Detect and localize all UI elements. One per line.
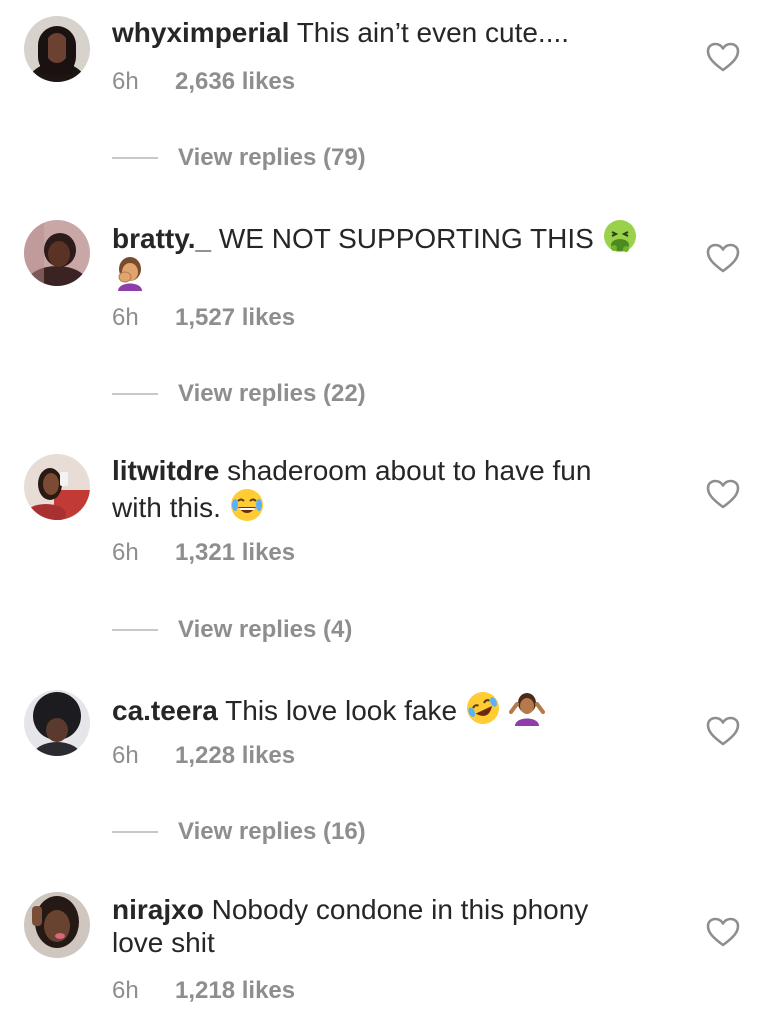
avatar-photo (24, 16, 90, 82)
avatar[interactable] (24, 892, 90, 958)
view-replies-label: View replies (4) (178, 616, 353, 643)
comment-body: Nobody condone in this phony (211, 894, 589, 925)
comment-text: whyximperial This ain’t even cute.... (112, 16, 672, 49)
face-with-tears-of-joy-emoji (229, 487, 265, 523)
comment-meta: 6h 1,228 likes (112, 742, 295, 770)
avatar-photo (24, 454, 90, 520)
comment-username[interactable]: litwitdre (112, 455, 219, 486)
comment-likes[interactable]: 1,218 likes (175, 977, 295, 1005)
comment-time: 6h (112, 304, 139, 331)
comment-time: 6h (112, 539, 139, 566)
view-replies-button[interactable]: View replies (16) (112, 818, 366, 846)
comment-likes[interactable]: 1,321 likes (175, 539, 295, 567)
comment-time: 6h (112, 742, 139, 769)
replies-divider (112, 831, 158, 833)
comment-time: 6h (112, 977, 139, 1004)
heart-icon[interactable] (706, 42, 740, 72)
comment-username[interactable]: ca.teera (112, 695, 218, 726)
rolling-on-floor-laughing-emoji (465, 690, 501, 726)
view-replies-button[interactable]: View replies (4) (112, 616, 352, 644)
comment-body: This ain’t even cute.... (296, 17, 570, 48)
comment-text: ca.teera This love look fake (112, 690, 672, 727)
comment-body-line2: love shit (112, 927, 215, 958)
comment-username[interactable]: nirajxo (112, 894, 204, 925)
comment-body: This love look fake (225, 695, 458, 726)
comment-text: bratty._ WE NOT SUPPORTING THIS (112, 218, 672, 292)
replies-divider (112, 629, 158, 631)
comment-body-line2: with this. (112, 492, 221, 523)
avatar-photo (24, 220, 90, 286)
view-replies-button[interactable]: View replies (22) (112, 380, 366, 408)
view-replies-label: View replies (16) (178, 818, 366, 845)
view-replies-label: View replies (79) (178, 144, 366, 171)
woman-facepalming-emoji (112, 255, 148, 291)
heart-icon[interactable] (706, 479, 740, 509)
nauseated-face-emoji (602, 218, 638, 254)
comment-meta: 6h 1,527 likes (112, 304, 295, 332)
comment-username[interactable]: bratty._ (112, 223, 211, 254)
avatar-photo (24, 892, 90, 958)
avatar[interactable] (24, 690, 90, 756)
comment-text: nirajxo Nobody condone in this phony lov… (112, 893, 672, 959)
comment-username[interactable]: whyximperial (112, 17, 289, 48)
avatar[interactable] (24, 16, 90, 82)
comment-likes[interactable]: 2,636 likes (175, 68, 295, 96)
avatar[interactable] (24, 454, 90, 520)
avatar-photo (24, 690, 90, 756)
heart-icon[interactable] (706, 716, 740, 746)
comment-meta: 6h 2,636 likes (112, 68, 295, 96)
replies-divider (112, 157, 158, 159)
replies-divider (112, 393, 158, 395)
comment-likes[interactable]: 1,527 likes (175, 304, 295, 332)
comment-likes[interactable]: 1,228 likes (175, 742, 295, 770)
person-shrugging-emoji (508, 690, 545, 726)
view-replies-label: View replies (22) (178, 380, 366, 407)
comment-time: 6h (112, 68, 139, 95)
comment-meta: 6h 1,321 likes (112, 539, 295, 567)
view-replies-button[interactable]: View replies (79) (112, 144, 366, 172)
comment-body: shaderoom about to have fun (227, 455, 592, 486)
heart-icon[interactable] (706, 243, 740, 273)
avatar[interactable] (24, 220, 90, 286)
comment-text: litwitdre shaderoom about to have fun wi… (112, 454, 672, 524)
heart-icon[interactable] (706, 917, 740, 947)
comment-body: WE NOT SUPPORTING THIS (218, 223, 594, 254)
comment-meta: 6h 1,218 likes (112, 977, 295, 1005)
